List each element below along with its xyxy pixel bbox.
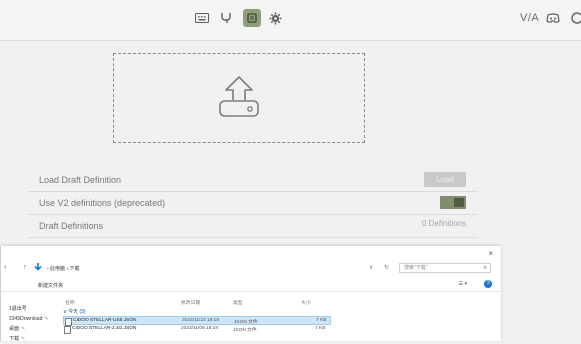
file-size: 7 KB: [316, 318, 327, 323]
sidebar-item[interactable]: 桌面 ✎: [1, 324, 61, 334]
column-type[interactable]: 类型: [233, 299, 243, 306]
file-open-dialog: × ‹ ↑ › 此电脑 › 下载 ∨ ↻ 搜索"下载" ⌕ 新建文件夹 ☰ ▾ …: [0, 246, 501, 344]
file-name: CIDOO STELLAR-2.4G.JSON: [72, 326, 137, 331]
pin-icon: ✎: [21, 336, 26, 342]
tree-icon[interactable]: [217, 9, 235, 27]
help-icon[interactable]: ?: [484, 280, 492, 288]
sidebar-item[interactable]: 下载 ✎: [1, 334, 61, 344]
column-date[interactable]: 修改日期: [181, 299, 200, 306]
navigation-pane: 1退出号 2345Download ✎ 桌面 ✎ 下载 ✎: [1, 304, 61, 344]
new-folder-button[interactable]: 新建文件夹: [38, 282, 63, 289]
load-draft-label: Load Draft Definition: [39, 175, 122, 185]
load-button[interactable]: Load: [424, 172, 466, 187]
file-name: CIDOO STELLAR-US8.JSON: [73, 318, 137, 323]
view-options-button[interactable]: ☰ ▾: [459, 281, 467, 287]
sidebar-item[interactable]: 2345Download ✎: [1, 314, 61, 324]
explorer-toolbar: 新建文件夹 ☰ ▾ ?: [1, 279, 501, 292]
file-list-header: 名称 修改日期 类型 大小: [63, 296, 493, 306]
refresh-icon[interactable]: [568, 9, 581, 27]
sidebar-item-label: 下载: [9, 336, 20, 342]
pin-icon: ✎: [44, 316, 49, 322]
discord-icon[interactable]: [544, 9, 562, 27]
file-date: 2023/11/09 18:18: [181, 326, 218, 331]
package-icon[interactable]: [243, 9, 261, 27]
v2-definitions-label: Use V2 definitions (deprecated): [39, 198, 166, 208]
group-label: ∨ 今天 (3): [63, 309, 86, 315]
pin-icon: ✎: [21, 326, 26, 332]
search-input[interactable]: 搜索"下载" ⌕: [399, 263, 491, 273]
file-type: JSON 文件: [234, 320, 258, 325]
draft-definitions-label: Draft Definitions: [39, 221, 104, 231]
refresh-path-icon[interactable]: ↻: [384, 264, 389, 271]
file-row[interactable]: CIDOO STELLAR-US8.JSON 2023/11/23 18:18 …: [63, 316, 331, 326]
address-bar: ‹ ↑ › 此电脑 › 下载 ∨ ↻ 搜索"下载" ⌕: [1, 261, 501, 276]
group-header-today[interactable]: ∨ 今天 (3): [63, 306, 493, 316]
sidebar-item[interactable]: 1退出号: [1, 304, 61, 314]
chevron-down-icon[interactable]: ∨: [369, 264, 373, 271]
v2-definitions-row: Use V2 definitions (deprecated): [28, 192, 478, 215]
up-icon[interactable]: ↑: [23, 264, 27, 271]
search-icon: ⌕: [483, 265, 487, 271]
column-name[interactable]: 名称: [65, 299, 75, 306]
back-icon[interactable]: ‹: [4, 264, 6, 271]
load-draft-row: Load Draft Definition Load: [28, 169, 478, 192]
file-dropzone[interactable]: [113, 53, 365, 143]
keyboard-icon[interactable]: [193, 9, 211, 27]
sidebar-item-label: 桌面: [9, 326, 20, 332]
top-toolbar: V/A: [0, 0, 581, 41]
file-date: 2023/11/23 18:18: [182, 318, 219, 323]
sidebar-item-label: 2345Download: [9, 316, 43, 322]
va-label: V/A: [520, 12, 540, 24]
sidebar-item-label: 1退出号: [9, 306, 27, 312]
close-icon[interactable]: ×: [488, 249, 493, 258]
definitions-count: 0 Definitions: [421, 219, 466, 228]
file-type: JSON 文件: [233, 328, 257, 333]
file-list: 名称 修改日期 类型 大小 ∨ 今天 (3) CIDOO STELLAR-US8…: [63, 296, 493, 334]
toggle-knob: [454, 198, 464, 207]
download-folder-icon: [33, 262, 43, 272]
gear-icon[interactable]: [266, 9, 284, 27]
file-size: 7 KB: [315, 326, 326, 331]
search-placeholder: 搜索"下载": [404, 265, 428, 271]
upload-icon: [213, 74, 265, 123]
json-file-icon: [64, 326, 71, 334]
breadcrumb[interactable]: › 此电脑 › 下载: [47, 265, 80, 272]
draft-definitions-row: Draft Definitions 0 Definitions: [28, 215, 478, 238]
v2-definitions-toggle[interactable]: [440, 196, 466, 209]
file-row[interactable]: CIDOO STELLAR-2.4G.JSON 2023/11/09 18:18…: [63, 325, 331, 334]
column-size[interactable]: 大小: [301, 299, 311, 306]
